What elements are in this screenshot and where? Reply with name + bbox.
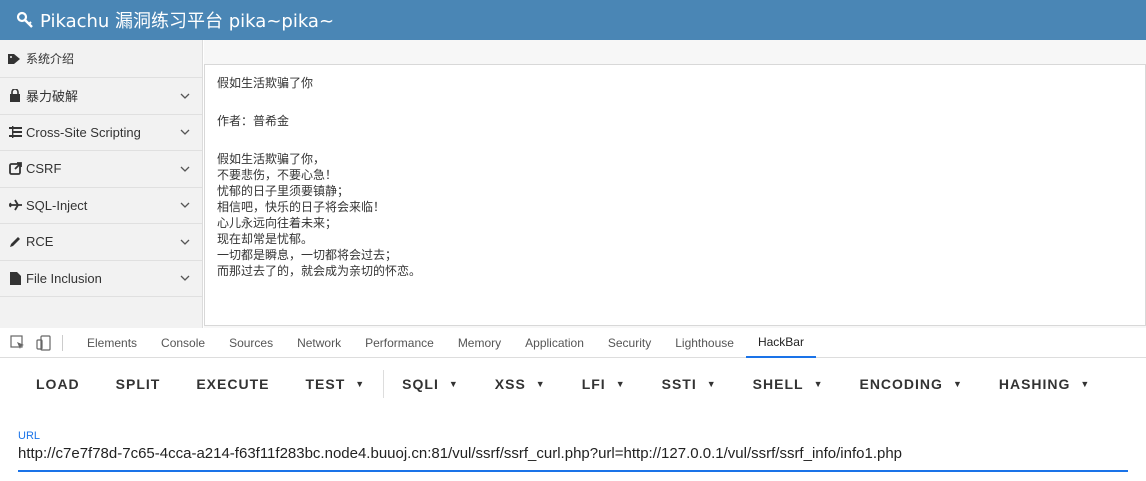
poem-line: 不要悲伤，不要心急！ xyxy=(217,168,338,182)
xss-menu-button[interactable]: XSS ▼ xyxy=(477,358,564,410)
caret-down-icon: ▼ xyxy=(615,379,626,389)
sidebar-item-label: File Inclusion xyxy=(26,270,102,286)
sidebar-item-sqli[interactable]: SQL-Inject xyxy=(0,188,202,224)
test-menu-label: TEST xyxy=(305,376,346,392)
plane-icon xyxy=(8,198,22,212)
load-button-label: LOAD xyxy=(36,376,80,392)
devtools-tabbar: Elements Console Sources Network Perform… xyxy=(0,328,1146,358)
tab-sources[interactable]: Sources xyxy=(217,328,285,358)
execute-button[interactable]: EXECUTE xyxy=(178,358,287,410)
chevron-down-icon xyxy=(180,129,190,136)
main-content: 假如生活欺骗了你 作者：普希金 假如生活欺骗了你， 不要悲伤，不要心急！ 忧郁的… xyxy=(204,40,1146,328)
sidebar-item-xss[interactable]: Cross-Site Scripting xyxy=(0,115,202,151)
ssti-menu-label: SSTI xyxy=(661,376,697,392)
sidebar-item-intro[interactable]: 系统介绍 xyxy=(0,40,202,78)
poem-line: 一切都是瞬息，一切都将会过去； xyxy=(217,248,398,262)
caret-down-icon: ▼ xyxy=(813,379,824,389)
caret-down-icon: ▼ xyxy=(1080,379,1091,389)
poem-line: 假如生活欺骗了你， xyxy=(217,152,326,166)
top-navbar: Pikachu 漏洞练习平台 pika~pika~ xyxy=(0,0,1146,40)
url-field[interactable]: URL http://c7e7f78d-7c65-4cca-a214-f63f1… xyxy=(18,430,1128,472)
tab-divider xyxy=(62,334,63,351)
chevron-down-icon xyxy=(180,166,190,172)
url-field-label: URL xyxy=(18,430,41,442)
hashing-menu-button[interactable]: HASHING ▼ xyxy=(981,358,1108,410)
shell-menu-label: SHELL xyxy=(752,376,804,392)
lock-icon xyxy=(8,89,22,103)
ssti-menu-button[interactable]: SSTI ▼ xyxy=(644,358,735,410)
sidebar-item-bruteforce[interactable]: 暴力破解 xyxy=(0,78,202,115)
sidebar-item-csrf[interactable]: CSRF xyxy=(0,151,202,188)
lfi-menu-label: LFI xyxy=(581,376,606,392)
device-toolbar-icon[interactable] xyxy=(36,334,52,351)
tab-network[interactable]: Network xyxy=(285,328,353,358)
hackbar-toolbar: LOAD SPLIT EXECUTE TEST ▼ SQLI ▼ XSS ▼ LFI ▼… xyxy=(0,358,1146,410)
caret-down-icon: ▼ xyxy=(535,379,546,389)
caret-down-icon: ▼ xyxy=(355,379,366,389)
tab-hackbar[interactable]: HackBar xyxy=(745,328,816,358)
sidebar-item-file-inclusion[interactable]: File Inclusion xyxy=(0,261,202,297)
tags-icon xyxy=(8,52,22,66)
caret-down-icon: ▼ xyxy=(952,379,963,389)
poem-line: 现在却常是忧郁。 xyxy=(217,232,314,246)
tab-console[interactable]: Console xyxy=(149,328,217,358)
load-button[interactable]: LOAD xyxy=(0,358,98,410)
xss-menu-label: XSS xyxy=(494,376,526,392)
share-icon xyxy=(8,162,22,176)
poem-title: 假如生活欺骗了你 xyxy=(217,76,314,90)
poem-line: 忧郁的日子里须要镇静； xyxy=(217,184,350,198)
pencil-icon xyxy=(8,235,22,249)
poem-line: 心儿永远向往着未来； xyxy=(217,216,338,230)
tab-performance[interactable]: Performance xyxy=(353,328,446,358)
caret-down-icon: ▼ xyxy=(448,379,459,389)
list-icon xyxy=(8,125,22,139)
poem-author: 作者：普希金 xyxy=(217,114,290,128)
shell-menu-button[interactable]: SHELL ▼ xyxy=(735,358,842,410)
sidebar-item-label: CSRF xyxy=(26,161,62,177)
poem-line: 而那过去了的，就会成为亲切的怀恋。 xyxy=(217,264,422,278)
sidebar-item-label: Cross-Site Scripting xyxy=(26,124,141,140)
tab-memory[interactable]: Memory xyxy=(446,328,513,358)
split-button-label: SPLIT xyxy=(115,376,161,392)
test-menu-button[interactable]: TEST ▼ xyxy=(287,358,383,410)
hashing-menu-label: HASHING xyxy=(998,376,1071,392)
encoding-menu-button[interactable]: ENCODING ▼ xyxy=(841,358,980,410)
key-icon xyxy=(16,11,33,28)
sidebar-item-label: 系统介绍 xyxy=(26,52,75,66)
execute-button-label: EXECUTE xyxy=(196,376,270,392)
tab-elements[interactable]: Elements xyxy=(75,328,149,358)
sidebar: 系统介绍 暴力破解 Cross-Site Scripting CSRF SQL-… xyxy=(0,40,203,328)
poem-line: 相信吧，快乐的日子将会来临！ xyxy=(217,200,386,214)
sidebar-item-label: SQL-Inject xyxy=(26,197,88,213)
sidebar-item-rce[interactable]: RCE xyxy=(0,224,202,261)
tab-lighthouse[interactable]: Lighthouse xyxy=(663,328,746,358)
sqli-menu-button[interactable]: SQLI ▼ xyxy=(384,358,477,410)
inspect-element-icon[interactable] xyxy=(10,334,26,351)
encoding-menu-label: ENCODING xyxy=(859,376,943,392)
sidebar-item-label: RCE xyxy=(26,234,54,250)
tab-security[interactable]: Security xyxy=(596,328,663,358)
brand[interactable]: Pikachu 漏洞练习平台 pika~pika~ xyxy=(16,7,334,33)
tab-application[interactable]: Application xyxy=(513,328,596,358)
sqli-menu-label: SQLI xyxy=(402,376,439,392)
lfi-menu-button[interactable]: LFI ▼ xyxy=(564,358,644,410)
brand-title: Pikachu 漏洞练习平台 pika~pika~ xyxy=(40,11,335,32)
chevron-down-icon xyxy=(180,275,190,282)
chevron-down-icon xyxy=(180,93,190,99)
split-button[interactable]: SPLIT xyxy=(98,358,179,410)
caret-down-icon: ▼ xyxy=(706,379,717,389)
url-input[interactable]: http://c7e7f78d-7c65-4cca-a214-f63f11f28… xyxy=(18,445,1128,462)
chevron-down-icon xyxy=(180,202,190,209)
chevron-down-icon xyxy=(180,239,190,245)
sidebar-item-label: 暴力破解 xyxy=(26,89,79,105)
ssrf-result-box: 假如生活欺骗了你 作者：普希金 假如生活欺骗了你， 不要悲伤，不要心急！ 忧郁的… xyxy=(204,64,1146,326)
file-icon xyxy=(8,271,22,285)
